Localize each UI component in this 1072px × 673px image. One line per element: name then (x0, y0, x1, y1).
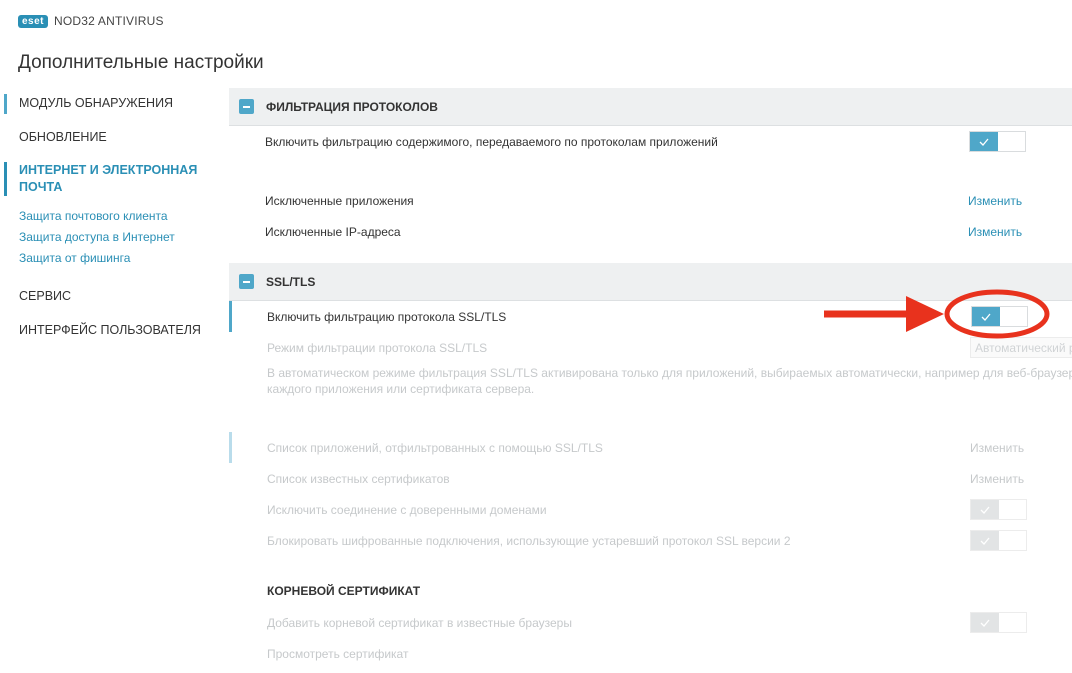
block-sslv2-toggle[interactable] (970, 530, 1027, 551)
setting-label: Включить фильтрацию содержимого, передав… (265, 134, 718, 149)
check-icon (970, 132, 998, 151)
ssl-mode-description: В автоматическом режиме фильтрация SSL/T… (229, 363, 1072, 403)
section-title: SSL/TLS (266, 274, 316, 289)
check-icon (972, 307, 1000, 326)
protocol-filtering-toggle[interactable] (969, 131, 1026, 152)
setting-label: Список приложений, отфильтрованных с пом… (267, 440, 603, 455)
setting-label: Список известных сертификатов (267, 471, 450, 486)
app-header: eset NOD32 ANTIVIRUS (18, 12, 164, 30)
exclude-trusted-toggle[interactable] (970, 499, 1027, 520)
setting-row-view-cert: Просмотреть сертификат (229, 638, 1072, 669)
edit-excluded-apps-link[interactable]: Изменить (968, 194, 1022, 208)
setting-row-block-sslv2: Блокировать шифрованные подключения, исп… (229, 525, 1072, 556)
settings-content: ФИЛЬТРАЦИЯ ПРОТОКОЛОВ Включить фильтраци… (229, 88, 1072, 673)
page-title: Дополнительные настройки (18, 52, 264, 73)
check-icon (971, 531, 999, 550)
setting-label: Исключенные приложения (265, 193, 414, 208)
sidebar-item-detection[interactable]: МОДУЛЬ ОБНАРУЖЕНИЯ (0, 94, 214, 114)
ssl-filtering-toggle[interactable] (971, 306, 1028, 327)
setting-label: Блокировать шифрованные подключения, исп… (267, 533, 791, 548)
add-root-cert-toggle[interactable] (970, 612, 1027, 633)
description-line: каждого приложения или сертификата серве… (267, 382, 535, 396)
section-root-certificate: КОРНЕВОЙ СЕРТИФИКАТ (229, 575, 1072, 607)
setting-label: Просмотреть сертификат (267, 646, 409, 661)
setting-row-ssl-app-list: Список приложений, отфильтрованных с пом… (229, 432, 1072, 463)
section-ssl-tls: SSL/TLS (229, 263, 1072, 301)
setting-row-ssl-mode: Режим фильтрации протокола SSL/TLS Автом… (229, 332, 1072, 363)
setting-row-excluded-apps: Исключенные приложения Изменить (229, 185, 1072, 216)
setting-row-protocol-filtering: Включить фильтрацию содержимого, передав… (229, 126, 1072, 157)
setting-row-exclude-trusted: Исключить соединение с доверенными домен… (229, 494, 1072, 525)
setting-row-known-certs: Список известных сертификатов Изменить (229, 463, 1072, 494)
ssl-mode-select[interactable]: Автоматический режим (970, 337, 1072, 358)
sidebar-subitem-antiphishing[interactable]: Защита от фишинга (0, 248, 214, 269)
collapse-icon[interactable] (239, 274, 254, 289)
setting-label: Режим фильтрации протокола SSL/TLS (267, 340, 488, 355)
section-title: КОРНЕВОЙ СЕРТИФИКАТ (267, 584, 421, 598)
setting-row-ssl-filtering: Включить фильтрацию протокола SSL/TLS (229, 301, 1072, 332)
setting-label: Добавить корневой сертификат в известные… (267, 615, 572, 630)
section-title: ФИЛЬТРАЦИЯ ПРОТОКОЛОВ (266, 99, 438, 114)
check-icon (971, 613, 999, 632)
sidebar-item-web-email[interactable]: ИНТЕРНЕТ И ЭЛЕКТРОННАЯ ПОЧТА (0, 162, 200, 196)
check-icon (971, 500, 999, 519)
setting-row-add-root-cert: Добавить корневой сертификат в известные… (229, 607, 1072, 638)
edit-excluded-ips-link[interactable]: Изменить (968, 225, 1022, 239)
setting-row-excluded-ips: Исключенные IP-адреса Изменить (229, 216, 1072, 247)
section-protocol-filtering: ФИЛЬТРАЦИЯ ПРОТОКОЛОВ (229, 88, 1072, 126)
setting-label: Исключить соединение с доверенными домен… (267, 502, 547, 517)
setting-label: Включить фильтрацию протокола SSL/TLS (267, 309, 507, 324)
edit-known-certs-link[interactable]: Изменить (970, 472, 1024, 486)
product-name: NOD32 ANTIVIRUS (54, 14, 164, 28)
setting-label: Исключенные IP-адреса (265, 224, 401, 239)
sidebar-item-user-interface[interactable]: ИНТЕРФЕЙС ПОЛЬЗОВАТЕЛЯ (0, 323, 214, 337)
eset-logo: eset (18, 14, 49, 28)
sidebar-subitem-web-access[interactable]: Защита доступа в Интернет (0, 227, 214, 248)
sidebar-item-update[interactable]: ОБНОВЛЕНИЕ (0, 130, 214, 144)
edit-ssl-app-list-link[interactable]: Изменить (970, 441, 1024, 455)
sidebar: МОДУЛЬ ОБНАРУЖЕНИЯ ОБНОВЛЕНИЕ ИНТЕРНЕТ И… (0, 88, 214, 337)
collapse-icon[interactable] (239, 99, 254, 114)
description-line: В автоматическом режиме фильтрация SSL/T… (267, 366, 1072, 380)
sidebar-subitem-email-client[interactable]: Защита почтового клиента (0, 206, 214, 227)
sidebar-item-tools[interactable]: СЕРВИС (0, 289, 214, 303)
